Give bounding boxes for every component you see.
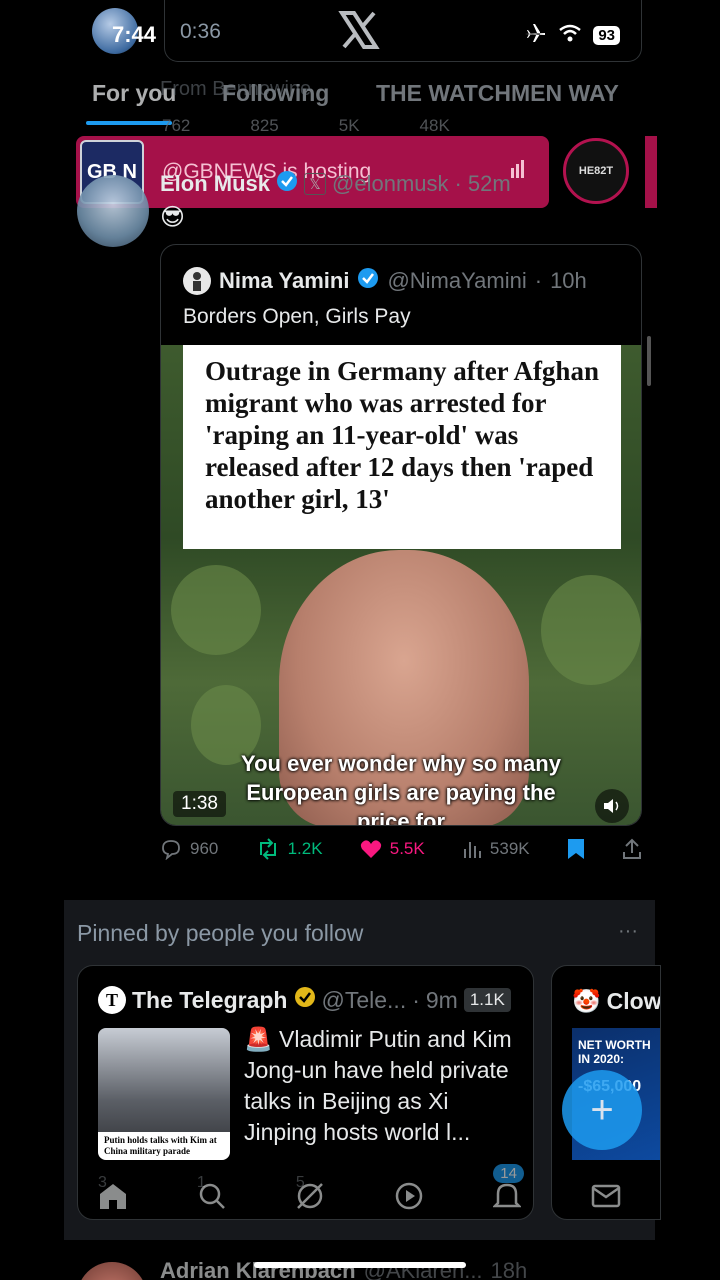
views-button[interactable]: 539K bbox=[462, 839, 530, 859]
quote-author-name[interactable]: Nima Yamini bbox=[219, 268, 349, 294]
plus-icon: + bbox=[590, 1087, 614, 1132]
quote-age: 10h bbox=[550, 268, 587, 293]
telegraph-logo-icon: T bbox=[98, 986, 126, 1014]
status-time: 7:44 bbox=[112, 22, 157, 47]
grok-tab[interactable] bbox=[290, 1176, 330, 1216]
wifi-icon bbox=[559, 24, 582, 47]
home-icon bbox=[100, 1184, 127, 1209]
thumbnail-caption: Putin holds talks with Kim at China mili… bbox=[98, 1132, 230, 1160]
dot-separator: · bbox=[412, 986, 420, 1013]
battery-level: 93 bbox=[593, 26, 620, 45]
ghost-metrics: 762 825 5K 48K bbox=[162, 116, 450, 136]
tab-watchmen-way[interactable]: THE WATCHMEN WAY bbox=[376, 80, 619, 107]
speaker-icon bbox=[604, 799, 619, 813]
views-icon bbox=[463, 842, 481, 858]
ghost-replies: 762 bbox=[162, 116, 191, 135]
like-button[interactable]: 5.5K bbox=[360, 839, 425, 859]
like-count: 5.5K bbox=[389, 839, 425, 858]
tab-active-indicator bbox=[86, 121, 172, 125]
notifications-tab[interactable]: 14 bbox=[487, 1164, 527, 1216]
verified-badge-icon bbox=[276, 170, 298, 198]
video-player[interactable]: Outrage in Germany after Afghan migrant … bbox=[161, 345, 641, 826]
quote-avatar[interactable] bbox=[183, 267, 211, 295]
video-duration: 1:38 bbox=[173, 791, 226, 817]
reply-button[interactable]: 960 bbox=[160, 838, 218, 860]
search-icon bbox=[199, 1183, 225, 1209]
quote-header: Nima Yamini @NimaYamini · 10h bbox=[183, 267, 587, 295]
author-avatar[interactable] bbox=[77, 175, 149, 247]
reply-icon bbox=[162, 840, 180, 860]
notifications-badge: 14 bbox=[493, 1164, 524, 1183]
news-headline: Outrage in Germany after Afghan migrant … bbox=[205, 356, 599, 514]
home-tab[interactable] bbox=[93, 1176, 133, 1216]
messages-tab[interactable] bbox=[586, 1176, 626, 1216]
quote-text: Borders Open, Girls Pay bbox=[183, 305, 411, 328]
clown-icon: 🤡 bbox=[572, 988, 601, 1014]
post-age: 52m bbox=[467, 171, 511, 196]
mute-button[interactable] bbox=[595, 789, 629, 823]
ghost-reposts: 825 bbox=[250, 116, 279, 135]
post-header: Elon Musk 𝕏 @elonmusk · 52m bbox=[160, 170, 511, 198]
heart-icon bbox=[360, 840, 381, 858]
author-handle: @elonmusk bbox=[332, 171, 449, 196]
grok-icon bbox=[297, 1183, 324, 1209]
bell-icon bbox=[493, 1183, 522, 1208]
repost-icon bbox=[259, 838, 276, 860]
gold-verified-badge-icon bbox=[294, 986, 316, 1014]
author-name[interactable]: Elon Musk bbox=[160, 171, 270, 197]
share-button[interactable] bbox=[622, 838, 642, 860]
mail-icon bbox=[591, 1184, 620, 1208]
dot-separator: · bbox=[454, 171, 462, 196]
quote-handle: @NimaYamini bbox=[387, 268, 527, 293]
search-tab[interactable] bbox=[192, 1176, 232, 1216]
pinned-card2-header: 🤡 Clow bbox=[572, 988, 660, 1015]
foliage bbox=[541, 575, 641, 685]
pinned-count-badge: 1.1K bbox=[463, 988, 511, 1012]
pinned-author-name[interactable]: The Telegraph bbox=[132, 987, 288, 1014]
pinned-thumbnail[interactable]: Putin holds talks with Kim at China mili… bbox=[98, 1028, 230, 1160]
x-affiliate-icon: 𝕏 bbox=[304, 173, 327, 195]
net-worth-label: NET WORTH IN 2020: bbox=[578, 1038, 651, 1066]
reply-count: 960 bbox=[190, 839, 219, 858]
bottom-nav: 14 bbox=[64, 1160, 655, 1232]
foliage bbox=[171, 565, 261, 655]
dot-separator: · bbox=[534, 268, 543, 293]
airplane-icon bbox=[523, 22, 547, 49]
share-icon bbox=[622, 838, 641, 859]
post-actions: 960 1.2K 5.5K 539K bbox=[160, 838, 642, 860]
home-indicator[interactable] bbox=[254, 1262, 466, 1268]
repost-count: 1.2K bbox=[287, 839, 323, 858]
play-icon bbox=[395, 1182, 422, 1210]
more-options-button[interactable]: ··· bbox=[618, 920, 638, 943]
verified-badge-icon bbox=[357, 267, 379, 295]
spaces-bar-edge bbox=[645, 136, 657, 208]
quoted-post[interactable]: Nima Yamini @NimaYamini · 10h Borders Op… bbox=[160, 244, 642, 826]
repost-button[interactable]: 1.2K bbox=[256, 838, 323, 860]
pinned-text: 🚨 Vladimir Putin and Kim Jong-un have he… bbox=[244, 1026, 512, 1145]
live-audio-icon bbox=[510, 160, 526, 183]
space-host-avatar[interactable]: HE82T bbox=[563, 138, 629, 204]
bookmark-icon bbox=[567, 839, 584, 859]
pinned-card2-name[interactable]: Clow bbox=[607, 988, 660, 1015]
headline-card: Outrage in Germany after Afghan migrant … bbox=[183, 345, 621, 549]
pinned-handle: @Tele... bbox=[321, 986, 407, 1013]
ghost-likes: 5K bbox=[338, 116, 360, 135]
video-caption: You ever wonder why so many European gir… bbox=[241, 751, 561, 826]
pinned-card-header: T The Telegraph @Tele... · 9m 1.1K bbox=[98, 986, 511, 1014]
pinned-age: 9m bbox=[425, 986, 458, 1013]
bookmark-button[interactable] bbox=[567, 838, 585, 860]
x-logo-icon[interactable] bbox=[338, 10, 380, 55]
video-tab[interactable] bbox=[389, 1176, 429, 1216]
video-elapsed: 0:36 bbox=[180, 20, 221, 43]
scrollbar[interactable] bbox=[647, 336, 651, 386]
next-post-age: 18h bbox=[490, 1258, 528, 1280]
pinned-title: Pinned by people you follow bbox=[77, 920, 364, 946]
status-icons: 93 bbox=[523, 22, 620, 49]
post-text: 😎 bbox=[160, 204, 186, 231]
compose-button[interactable]: + bbox=[562, 1070, 642, 1150]
view-count: 539K bbox=[489, 839, 530, 858]
ghost-views: 48K bbox=[419, 116, 450, 135]
ghost-from-text: From Bennowine bbox=[160, 78, 312, 100]
